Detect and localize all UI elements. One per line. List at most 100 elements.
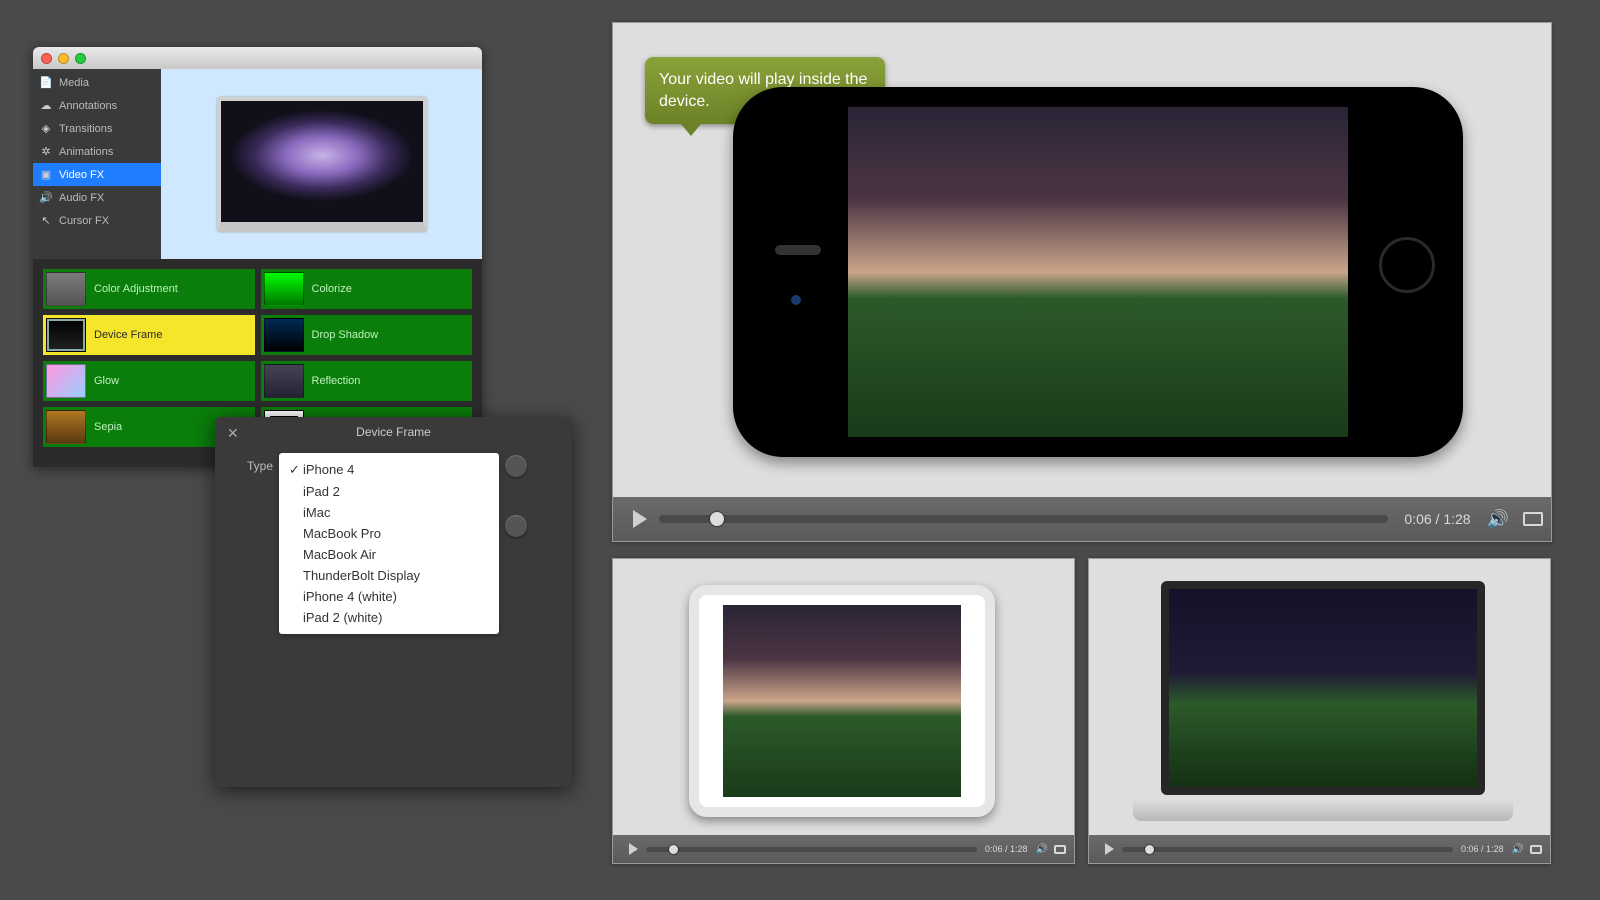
sidebar-item-label: Annotations	[59, 100, 117, 112]
check-icon	[289, 568, 303, 583]
zoom-window-button[interactable]	[75, 53, 86, 64]
fx-colorize[interactable]: Colorize	[261, 269, 473, 309]
seek-track[interactable]	[659, 515, 1388, 523]
device-option-label: iPad 2 (white)	[303, 610, 382, 625]
play-button[interactable]	[629, 843, 638, 855]
sidebar-item-label: Media	[59, 77, 89, 89]
ipad-frame	[689, 585, 995, 817]
sidebar-icon: 📄	[39, 76, 53, 90]
fx-label: Colorize	[312, 283, 352, 295]
time-display: 0:06 / 1:28	[1461, 844, 1504, 854]
fx-color-adjustment[interactable]: Color Adjustment	[43, 269, 255, 309]
fx-thumb	[264, 318, 304, 352]
sidebar-icon: ▣	[39, 168, 53, 182]
fx-label: Sepia	[94, 421, 122, 433]
device-option-thunderbolt-display[interactable]: ThunderBolt Display	[287, 565, 491, 586]
macbook-player-controls: 0:06 / 1:28 🔊	[1089, 835, 1550, 863]
sidebar-item-transitions[interactable]: ◈ Transitions	[33, 117, 161, 140]
preview-macbook	[217, 97, 427, 232]
window-titlebar	[33, 47, 482, 69]
preview-macbook-screen	[221, 101, 423, 222]
fx-label: Device Frame	[94, 329, 162, 341]
type-label: Type	[227, 453, 279, 473]
effect-preview	[161, 69, 482, 259]
macbook-player: 0:06 / 1:28 🔊	[1088, 558, 1551, 864]
fx-thumb	[46, 272, 86, 306]
sidebar-item-label: Cursor FX	[59, 215, 109, 227]
iphone-screen	[848, 107, 1348, 437]
sidebar-item-video-fx[interactable]: ▣ Video FX	[33, 163, 161, 186]
seek-thumb[interactable]	[669, 845, 678, 854]
check-icon	[289, 589, 303, 604]
sidebar-item-label: Video FX	[59, 169, 104, 181]
sidebar-item-animations[interactable]: ✲Animations	[33, 140, 161, 163]
fx-thumb	[46, 364, 86, 398]
play-button[interactable]	[633, 510, 647, 528]
device-option-ipad-2[interactable]: iPad 2	[287, 481, 491, 502]
iphone-home-button	[1379, 237, 1435, 293]
device-option-macbook-air[interactable]: MacBook Air	[287, 544, 491, 565]
sidebar-icon: ☁	[39, 99, 53, 113]
device-option-iphone-4-white-[interactable]: iPhone 4 (white)	[287, 586, 491, 607]
check-icon	[289, 547, 303, 562]
sidebar-item-cursor-fx[interactable]: ↖Cursor FX	[33, 209, 161, 232]
seek-thumb[interactable]	[710, 512, 724, 526]
device-type-dropdown[interactable]: ✓iPhone 4iPad 2 iMac MacBook Pro MacBook Ai…	[279, 453, 499, 634]
macbook-lid	[1161, 581, 1485, 795]
fullscreen-button[interactable]	[1054, 845, 1066, 854]
play-button[interactable]	[1105, 843, 1114, 855]
seek-track[interactable]	[1122, 847, 1453, 852]
sidebar-item-annotations[interactable]: ☁ Annotations	[33, 94, 161, 117]
device-option-ipad-2-white-[interactable]: iPad 2 (white)	[287, 607, 491, 628]
check-icon	[289, 610, 303, 625]
close-window-button[interactable]	[41, 53, 52, 64]
fx-device-frame[interactable]: Device Frame	[43, 315, 255, 355]
volume-icon[interactable]: 🔊	[1487, 509, 1509, 530]
device-option-iphone-4[interactable]: ✓iPhone 4	[287, 459, 491, 481]
fx-label: Drop Shadow	[312, 329, 379, 341]
device-option-imac[interactable]: iMac	[287, 502, 491, 523]
check-icon	[289, 526, 303, 541]
time-display: 0:06 / 1:28	[1404, 511, 1470, 527]
popup-close-button[interactable]: ✕	[227, 425, 239, 442]
popup-title: Device Frame	[227, 425, 560, 439]
ipad-player: 0:06 / 1:28 🔊	[612, 558, 1075, 864]
fullscreen-button[interactable]	[1530, 845, 1542, 854]
time-display: 0:06 / 1:28	[985, 844, 1028, 854]
sidebar-item-label: Audio FX	[59, 192, 104, 204]
check-icon	[289, 505, 303, 520]
device-option-label: iPhone 4 (white)	[303, 589, 397, 604]
fx-reflection[interactable]: Reflection	[261, 361, 473, 401]
seek-thumb[interactable]	[1145, 845, 1154, 854]
volume-icon[interactable]: 🔊	[1512, 844, 1524, 855]
fx-label: Reflection	[312, 375, 361, 387]
volume-icon[interactable]: 🔊	[1036, 844, 1048, 855]
minimize-window-button[interactable]	[58, 53, 69, 64]
device-option-label: MacBook Air	[303, 547, 376, 562]
fx-thumb	[264, 364, 304, 398]
macbook-frame	[1133, 581, 1513, 821]
fx-thumb	[46, 410, 86, 444]
sidebar-item-audio-fx[interactable]: 🔊Audio FX	[33, 186, 161, 209]
iphone-camera-icon	[791, 295, 801, 305]
sidebar-item-label: Transitions	[59, 123, 112, 135]
check-icon: ✓	[289, 462, 303, 478]
sidebar-icon: ◈	[39, 122, 53, 136]
device-option-label: iMac	[303, 505, 330, 520]
fx-drop-shadow[interactable]: Drop Shadow	[261, 315, 473, 355]
sidebar-item-media[interactable]: 📄 Media	[33, 71, 161, 94]
ipad-player-controls: 0:06 / 1:28 🔊	[613, 835, 1074, 863]
fx-thumb	[46, 318, 86, 352]
device-option-macbook-pro[interactable]: MacBook Pro	[287, 523, 491, 544]
macbook-base	[1133, 801, 1513, 821]
effects-window: 📄 Media ☁ Annotations ◈ Transitions ✲Animation…	[33, 47, 482, 467]
reset-button-1[interactable]	[505, 455, 527, 477]
fx-glow[interactable]: Glow	[43, 361, 255, 401]
seek-track[interactable]	[646, 847, 977, 852]
fullscreen-button[interactable]	[1523, 512, 1543, 526]
device-option-label: MacBook Pro	[303, 526, 381, 541]
sidebar-item-label: Animations	[59, 146, 113, 158]
fx-thumb	[264, 272, 304, 306]
iphone-speaker	[775, 245, 821, 255]
reset-button-2[interactable]	[505, 515, 527, 537]
